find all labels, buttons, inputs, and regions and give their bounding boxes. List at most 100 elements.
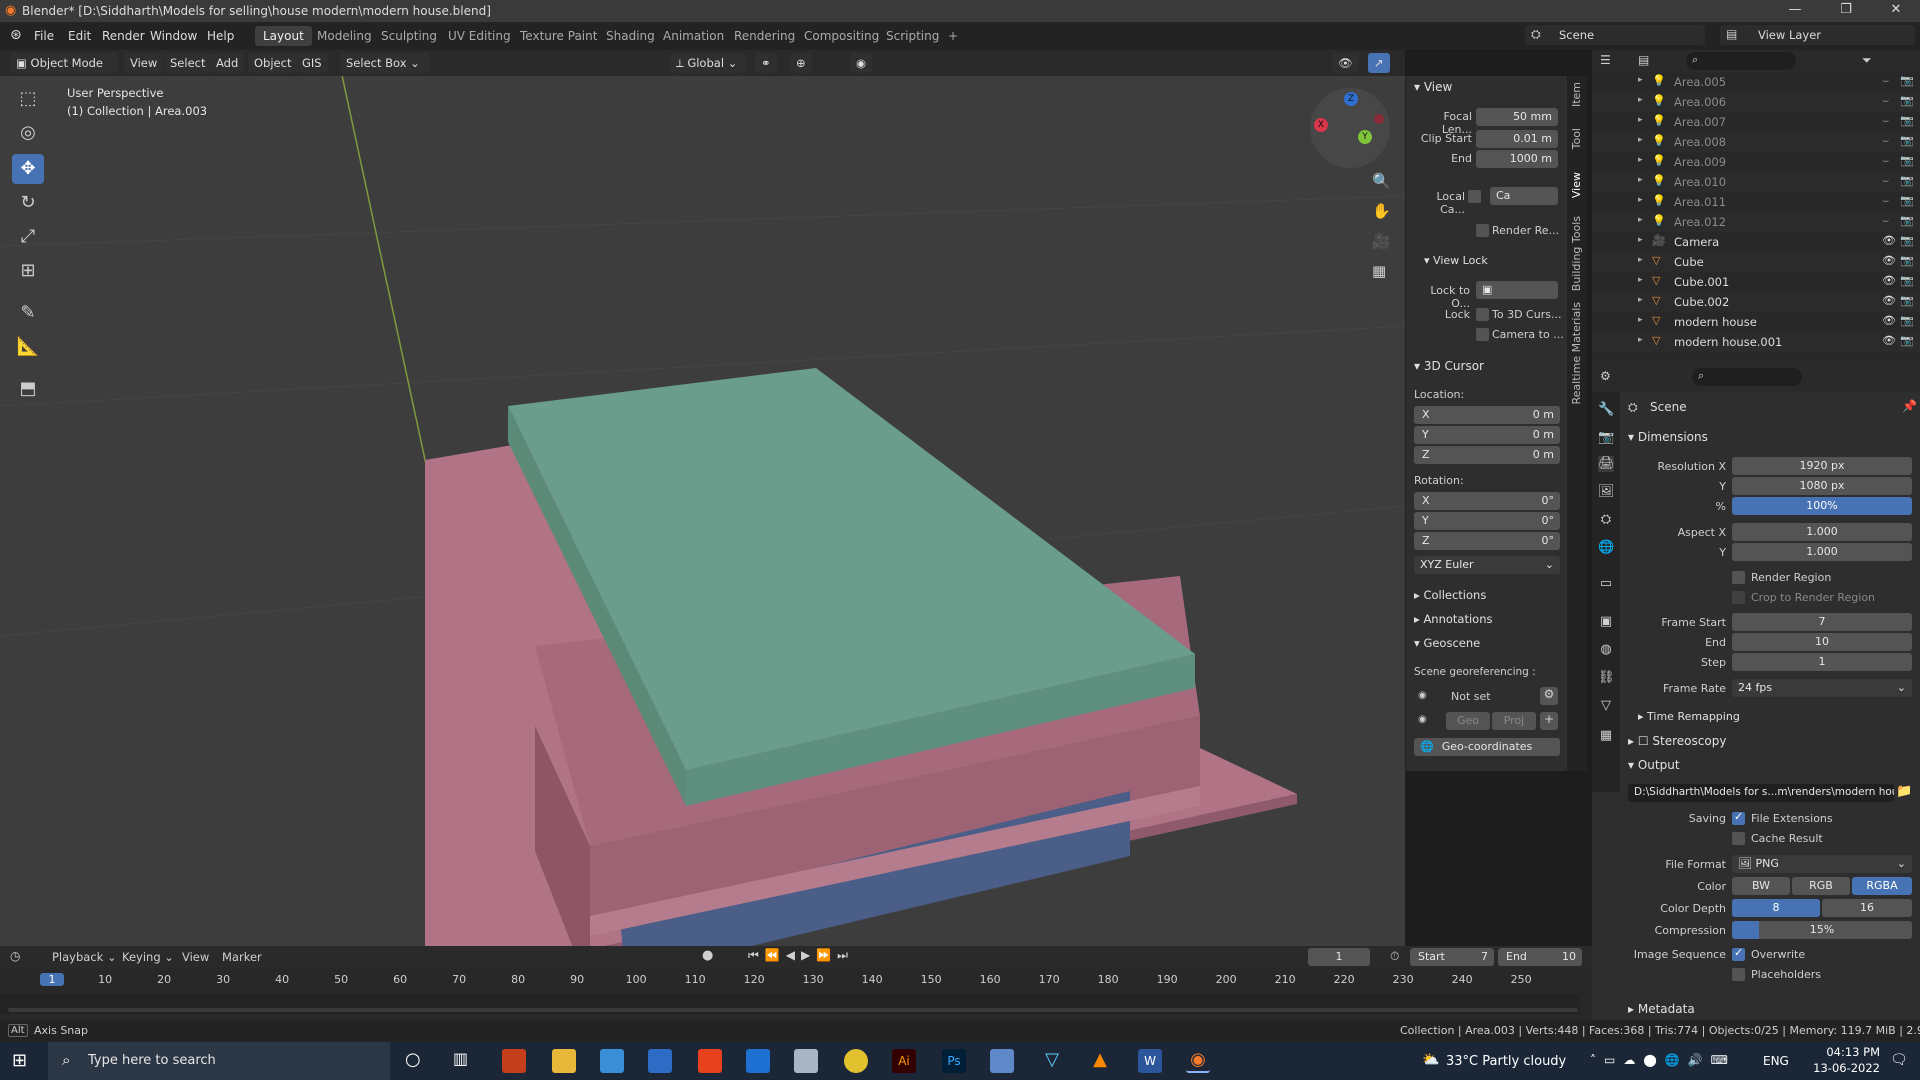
zoom-icon[interactable]: 🔍	[1372, 172, 1391, 190]
sketchup-icon[interactable]	[990, 1049, 1014, 1073]
3d-viewport[interactable]: User Perspective (1) Collection | Area.0…	[0, 76, 1405, 946]
geoscene-panel[interactable]: ▾ Geoscene	[1414, 636, 1480, 650]
restore-button[interactable]: ❐	[1826, 2, 1866, 17]
expand-arrow-icon[interactable]: ▸	[1638, 295, 1643, 305]
tab-tool[interactable]: Tool	[1570, 128, 1583, 149]
record-icon[interactable]: ●	[702, 948, 713, 963]
task-view-icon[interactable]: ▥	[453, 1049, 477, 1073]
object-tab-icon[interactable]: ▣	[1598, 614, 1614, 630]
properties-search-input[interactable]: ⌕	[1692, 368, 1802, 386]
tab-layout[interactable]: Layout	[255, 26, 312, 46]
outliner-search-input[interactable]: ⌕	[1686, 52, 1796, 70]
color-rgb-button[interactable]: RGB	[1792, 877, 1850, 895]
camera-view-icon[interactable]: 🎥	[1372, 232, 1391, 250]
minimize-button[interactable]: —	[1775, 2, 1815, 17]
display-mode-icon[interactable]: ▤	[1638, 53, 1649, 67]
depth-16-button[interactable]: 16	[1822, 899, 1912, 917]
annotate-tool-icon[interactable]: ✎	[12, 298, 44, 328]
cortana-icon[interactable]: ○	[405, 1049, 429, 1073]
store-icon[interactable]	[648, 1049, 672, 1073]
close-button[interactable]: ✕	[1876, 2, 1916, 17]
color-rgba-button[interactable]: RGBA	[1852, 877, 1912, 895]
frame-end-field[interactable]: 10	[1732, 633, 1912, 651]
expand-arrow-icon[interactable]: ▸	[1638, 315, 1643, 325]
timeline-ruler[interactable]: 1 10 20 30 40 50 60 70 80 90 100 110 120 130 140 150 160…	[0, 970, 1592, 992]
filter-icon[interactable]: ⏷	[1862, 53, 1872, 68]
georef-settings-icon[interactable]: ⚙	[1540, 687, 1558, 705]
app-icon[interactable]	[794, 1049, 818, 1073]
current-frame-field[interactable]: 1	[1308, 948, 1370, 966]
menu-edit[interactable]: Edit	[68, 29, 91, 43]
expand-arrow-icon[interactable]: ▸	[1638, 255, 1643, 265]
rotation-mode-dropdown[interactable]: XYZ Euler ⌄	[1414, 556, 1560, 574]
tab-view[interactable]: View	[1570, 172, 1583, 198]
visibility-eye-icon[interactable]: ⌣	[1882, 194, 1889, 208]
expand-arrow-icon[interactable]: ▸	[1638, 195, 1643, 205]
weather-text[interactable]: 33°C Partly cloudy	[1446, 1054, 1566, 1069]
cache-result-checkbox[interactable]	[1732, 832, 1745, 845]
expand-arrow-icon[interactable]: ▸	[1638, 155, 1643, 165]
visibility-eye-icon[interactable]: ⌣	[1882, 134, 1889, 148]
expand-arrow-icon[interactable]: ▸	[1638, 215, 1643, 225]
timeline-editor-icon[interactable]: ◷	[10, 949, 20, 963]
outliner-editor-icon[interactable]: ☰	[1600, 53, 1611, 67]
menu-file[interactable]: File	[34, 29, 54, 43]
proj-button[interactable]: Proj	[1492, 712, 1536, 730]
tab-modeling[interactable]: Modeling	[309, 26, 380, 46]
constraints-tab-icon[interactable]: ⛓	[1598, 670, 1615, 686]
cursor-panel-title[interactable]: ▾ 3D Cursor	[1414, 359, 1484, 373]
properties-editor-icon[interactable]: ⚙	[1600, 369, 1611, 383]
lock-3d-cursor-checkbox[interactable]	[1476, 308, 1489, 321]
outliner-row[interactable]: ▸ 💡 Area.007 ⌣ 📷	[1592, 112, 1920, 132]
output-path-field[interactable]: D:\Siddharth\Models for s...m\renders\mo…	[1628, 784, 1894, 802]
folder-icon[interactable]: 📁	[1896, 784, 1912, 799]
visibility-icon[interactable]: 👁	[1332, 53, 1359, 73]
cursor-loc-y[interactable]: Y 0 m	[1414, 426, 1560, 444]
visibility-eye-icon[interactable]: 👁	[1882, 254, 1896, 267]
compression-slider[interactable]: 15%	[1732, 921, 1912, 939]
gizmo-x[interactable]: X	[1314, 118, 1328, 132]
frame-start-field[interactable]: 7	[1732, 613, 1912, 631]
transform-tool-icon[interactable]: ⊞	[12, 256, 44, 286]
tab-rendering[interactable]: Rendering	[726, 26, 803, 46]
dimensions-panel[interactable]: ▾ Dimensions	[1628, 430, 1708, 444]
aspect-x-field[interactable]: 1.000	[1732, 523, 1912, 541]
timeline-view-menu[interactable]: View	[182, 950, 209, 964]
visibility-eye-icon[interactable]: 👁	[1882, 234, 1896, 247]
physics-tab-icon[interactable]: ◍	[1598, 642, 1614, 658]
outliner-row[interactable]: ▸ ▽ modern house 👁 📷	[1592, 312, 1920, 332]
scene-selector[interactable]: ⛭ Scene	[1525, 25, 1705, 45]
radio-not-set[interactable]: ◉	[1418, 690, 1427, 701]
mode-dropdown[interactable]: ▣ Object Mode ⌄	[10, 53, 118, 84]
focal-length-field[interactable]: 50 mm	[1476, 108, 1558, 126]
local-camera-checkbox[interactable]	[1468, 190, 1481, 203]
visibility-eye-icon[interactable]: ⌣	[1882, 154, 1889, 168]
view-menu[interactable]: View	[124, 53, 164, 73]
render-camera-icon[interactable]: 📷	[1900, 234, 1914, 247]
snap-icon[interactable]: ⊕	[790, 53, 812, 73]
lock-object-field[interactable]: ▣	[1476, 281, 1558, 299]
file-explorer-icon[interactable]	[552, 1049, 576, 1073]
weather-app-icon[interactable]	[600, 1049, 624, 1073]
collection-tab-icon[interactable]: ▭	[1598, 576, 1614, 592]
view-panel-title[interactable]: ▾ View	[1414, 80, 1452, 94]
end-frame-field[interactable]: End 10	[1498, 948, 1582, 966]
outliner-row[interactable]: ▸ ▽ modern house.001 👁 📷	[1592, 332, 1920, 352]
render-tab-icon[interactable]: 📷	[1598, 430, 1614, 446]
render-region-checkbox[interactable]	[1732, 571, 1745, 584]
photoshop-icon[interactable]: Ps	[942, 1049, 966, 1073]
data-tab-icon[interactable]: ▽	[1598, 698, 1614, 714]
cursor-loc-x[interactable]: X 0 m	[1414, 406, 1560, 424]
scale-tool-icon[interactable]: ⤢	[12, 222, 44, 252]
vray-icon[interactable]: ▽	[1040, 1049, 1064, 1073]
file-extensions-checkbox[interactable]	[1732, 810, 1745, 825]
language-indicator[interactable]: ENG	[1763, 1054, 1789, 1068]
mail-icon[interactable]	[746, 1049, 770, 1073]
geo-coordinates-button[interactable]: 🌐 Geo-coordinates	[1414, 738, 1560, 756]
keying-menu[interactable]: Keying ⌄	[122, 950, 174, 964]
frame-rate-dropdown[interactable]: 24 fps ⌄	[1732, 679, 1912, 697]
measure-tool-icon[interactable]: 📐	[12, 332, 44, 362]
outliner-row[interactable]: ▸ 💡 Area.006 ⌣ 📷	[1592, 92, 1920, 112]
metadata-panel[interactable]: ▸ Metadata	[1628, 1002, 1695, 1016]
render-camera-icon[interactable]: 📷	[1900, 274, 1914, 287]
